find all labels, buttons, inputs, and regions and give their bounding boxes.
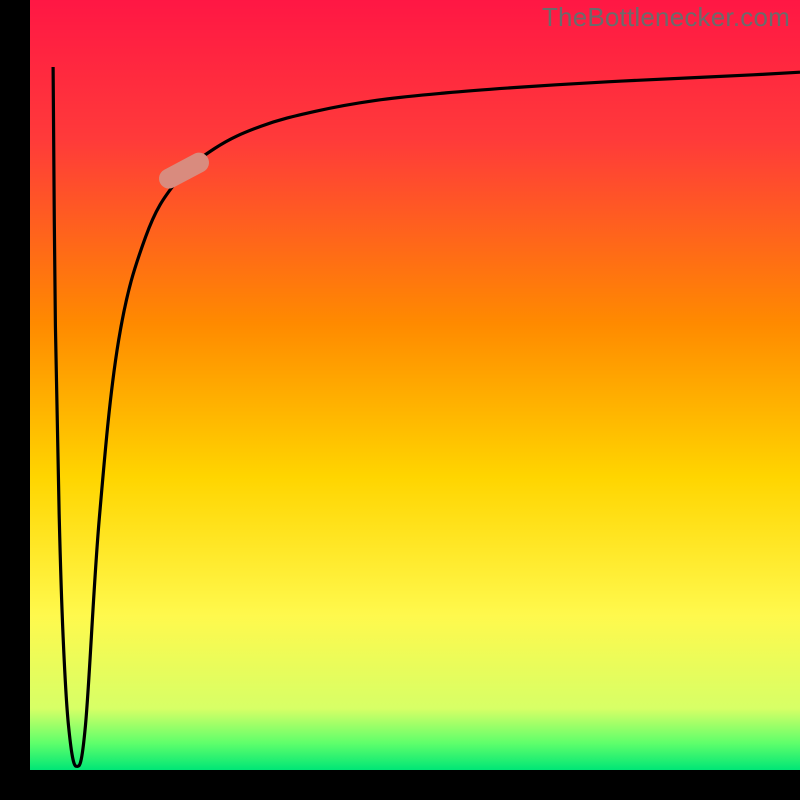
chart-svg	[0, 0, 800, 800]
chart-stage: TheBottlenecker.com	[0, 0, 800, 800]
plot-background	[30, 0, 800, 770]
plot-area	[0, 0, 800, 800]
